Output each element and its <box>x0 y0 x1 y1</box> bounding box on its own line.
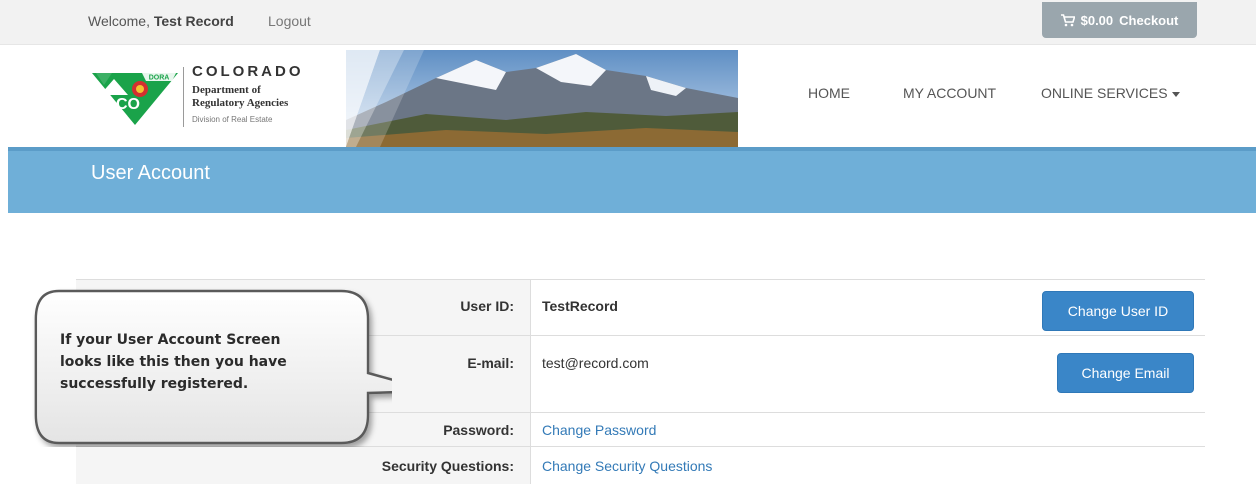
checkout-button[interactable]: $0.00 Checkout <box>1042 2 1197 38</box>
site-header: DORA CO COLORADO Department of Regulator… <box>0 45 1256 147</box>
change-password-link[interactable]: Change Password <box>542 422 656 438</box>
password-label: Password: <box>443 422 514 438</box>
user-id-value: TestRecord <box>542 298 618 314</box>
checkout-amount: $0.00 <box>1080 12 1114 28</box>
nav-my-account[interactable]: MY ACCOUNT <box>903 85 996 101</box>
logo-divider <box>183 67 184 127</box>
cart-icon <box>1060 13 1075 26</box>
user-id-label: User ID: <box>460 298 514 314</box>
page-title-band: User Account <box>8 147 1256 213</box>
change-user-id-button[interactable]: Change User ID <box>1042 291 1194 331</box>
logo-initials: CO <box>116 96 140 113</box>
checkout-label: Checkout <box>1119 12 1179 28</box>
change-email-button[interactable]: Change Email <box>1057 353 1194 393</box>
email-label: E-mail: <box>467 355 514 371</box>
nav-online-services-label: ONLINE SERVICES <box>1041 85 1168 101</box>
nav-online-services[interactable]: ONLINE SERVICES <box>1041 85 1180 101</box>
logout-link[interactable]: Logout <box>268 13 311 29</box>
dora-logo-icon[interactable]: DORA CO <box>92 65 178 125</box>
welcome-user-name: Test Record <box>153 13 234 29</box>
table-row-security-questions: Security Questions: Change Security Ques… <box>76 446 1205 484</box>
page-title: User Account <box>91 162 210 184</box>
callout-text: If your User Account Screen looks like t… <box>60 329 360 395</box>
callout-line1: If your User Account Screen <box>60 332 281 348</box>
callout-line3: successfully registered. <box>60 376 249 392</box>
nav-home[interactable]: HOME <box>808 85 850 101</box>
change-security-questions-link[interactable]: Change Security Questions <box>542 458 712 474</box>
callout-line2: looks like this then you have <box>60 354 287 370</box>
caret-down-icon <box>1171 91 1180 97</box>
email-value: test@record.com <box>542 355 649 371</box>
logo-badge-text: DORA <box>149 75 170 82</box>
security-questions-label: Security Questions: <box>381 458 514 474</box>
brand-department-line2: Regulatory Agencies <box>192 97 289 109</box>
brand-department-line1: Department of <box>192 84 261 96</box>
welcome-message: Welcome, Test Record <box>88 13 234 29</box>
label-cell: Security Questions: <box>76 447 531 484</box>
mountain-banner-image <box>346 50 738 147</box>
brand-department: Department of Regulatory Agencies <box>192 84 288 110</box>
brand-division: Division of Real Estate <box>192 115 273 124</box>
welcome-prefix: Welcome, <box>88 13 154 29</box>
brand-state-name: COLORADO <box>192 63 304 80</box>
top-utility-bar: Welcome, Test Record Logout $0.00 Checko… <box>0 0 1256 45</box>
